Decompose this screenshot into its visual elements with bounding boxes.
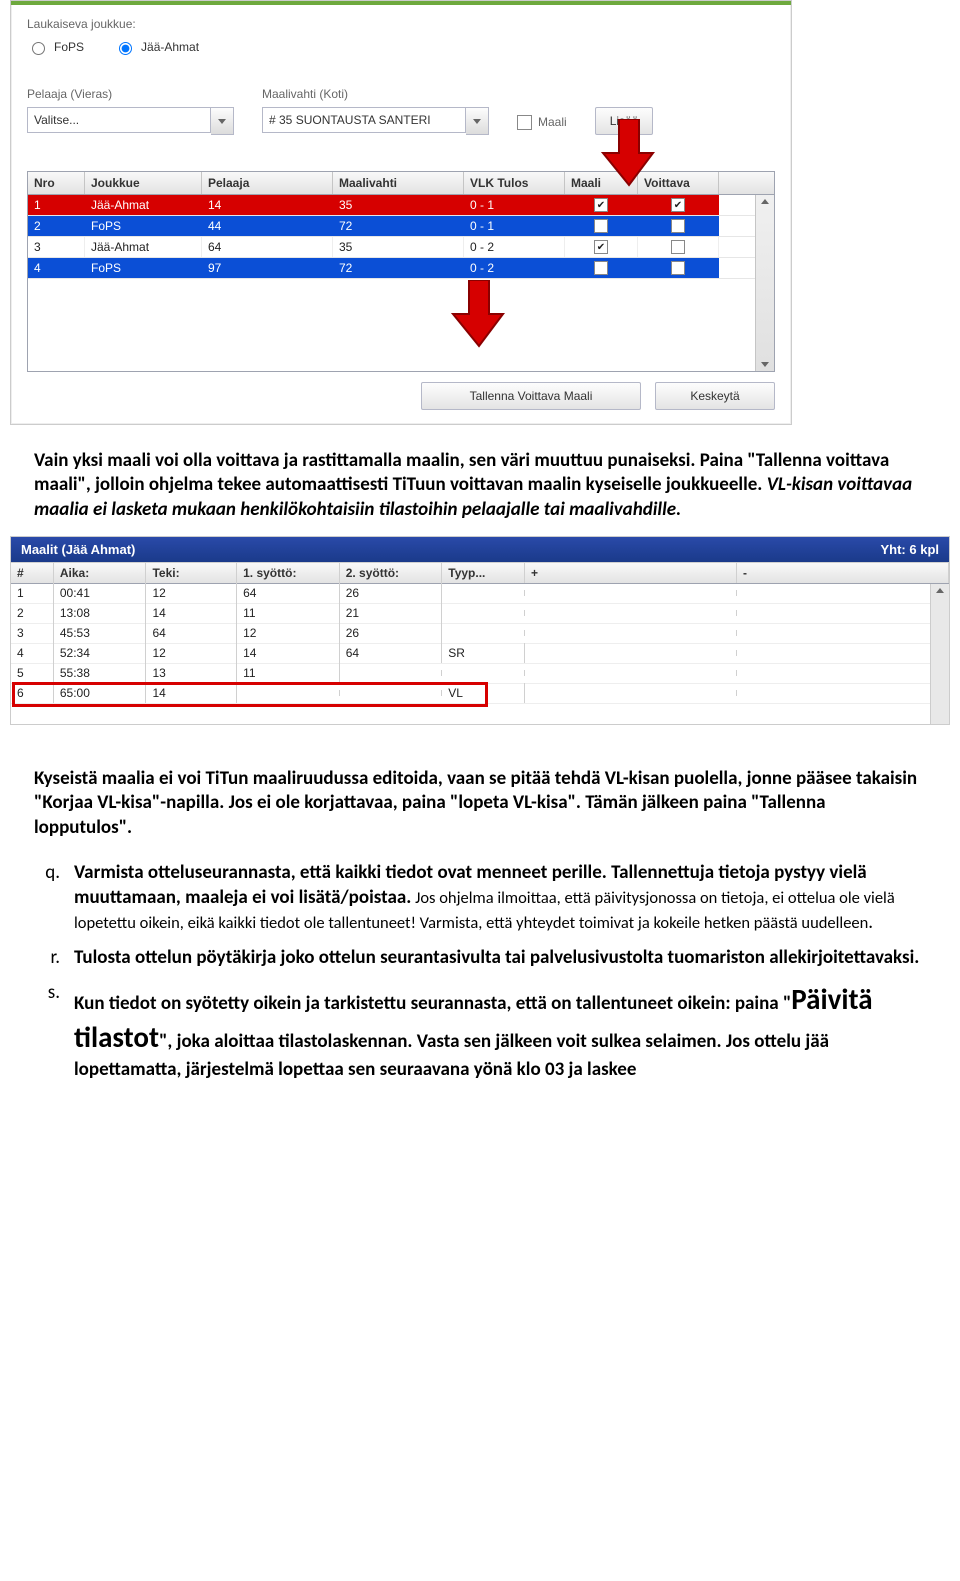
shooting-team-label: Laukaiseva joukkue: <box>27 17 775 31</box>
col-joukkue[interactable]: Joukkue <box>85 172 202 194</box>
table-row[interactable]: 1Jää-Ahmat14350 - 1✔✔ <box>28 195 774 216</box>
chevron-down-icon <box>473 119 481 124</box>
col-aika[interactable]: Aika: <box>54 563 147 583</box>
paragraph-2: Kyseistä maalia ei voi TiTun maaliruudus… <box>0 725 960 840</box>
panel-title: Maalit (Jää Ahmat) <box>21 542 135 557</box>
player-guest-input[interactable] <box>27 107 211 133</box>
player-guest-combo[interactable] <box>27 107 234 135</box>
winning-check[interactable] <box>671 240 685 254</box>
goal-check[interactable]: ✔ <box>594 198 608 212</box>
goal-checkbox-label: Maali <box>538 115 567 129</box>
panel-titlebar: Maalit (Jää Ahmat) Yht: 6 kpl <box>11 537 949 562</box>
goalie-home-combo[interactable] <box>262 107 489 135</box>
col-teki[interactable]: Teki: <box>146 563 237 583</box>
scroll-up-icon <box>936 588 944 593</box>
goals-grid-header: # Aika: Teki: 1. syöttö: 2. syöttö: Tyyp… <box>11 562 949 584</box>
table-row[interactable]: 2FoPS44720 - 1 <box>28 216 774 237</box>
annotation-highlight-row6 <box>12 682 488 707</box>
winning-check[interactable] <box>671 219 685 233</box>
goal-check[interactable] <box>594 261 608 275</box>
table-row[interactable]: 452:34121464SR <box>11 644 949 664</box>
cancel-button[interactable]: Keskeytä <box>655 382 775 410</box>
col-pelaaja[interactable]: Pelaaja <box>202 172 333 194</box>
radio-jaa-ahmat[interactable]: Jää-Ahmat <box>114 39 199 55</box>
chevron-down-icon <box>218 119 226 124</box>
grid-header: Nro Joukkue Pelaaja Maalivahti VLK Tulos… <box>28 172 774 195</box>
goal-checkbox[interactable] <box>517 115 532 130</box>
list-item-q: q. Varmista otteluseurannasta, että kaik… <box>34 860 926 935</box>
instruction-list: q. Varmista otteluseurannasta, että kaik… <box>0 840 960 1082</box>
goalie-home-dropdown-button[interactable] <box>466 107 489 135</box>
col-tyyppi[interactable]: Tyyp... <box>442 563 525 583</box>
col-plus[interactable]: + <box>525 563 737 583</box>
table-row[interactable]: 555:381311 <box>11 664 949 684</box>
shooting-team-radios: FoPS Jää-Ahmat <box>27 39 775 55</box>
col-maalivahti[interactable]: Maalivahti <box>333 172 464 194</box>
col-num[interactable]: # <box>11 563 54 583</box>
goalie-home-label: Maalivahti (Koti) <box>262 87 489 101</box>
col-minus[interactable]: - <box>737 563 949 583</box>
grid-scrollbar[interactable] <box>755 195 774 371</box>
player-guest-label: Pelaaja (Vieras) <box>27 87 234 101</box>
list-item-s: s. Kun tiedot on syötetty oikein ja tark… <box>34 980 926 1082</box>
goal-check[interactable]: ✔ <box>594 240 608 254</box>
goal-check[interactable] <box>594 219 608 233</box>
scroll-up-icon <box>761 199 769 204</box>
save-winning-goal-button[interactable]: Tallenna Voittava Maali <box>421 382 641 410</box>
table-row[interactable]: 100:41126426 <box>11 584 949 604</box>
screenshot-shootout-dialog: Laukaiseva joukkue: FoPS Jää-Ahmat Pelaa… <box>10 0 792 425</box>
paragraph-1: Vain yksi maali voi olla voittava ja ras… <box>0 425 960 522</box>
scroll-down-icon <box>761 362 769 367</box>
list-item-r: r. Tulosta ottelun pöytäkirja joko ottel… <box>34 945 926 970</box>
goals-grid-scrollbar[interactable] <box>930 584 949 724</box>
goalie-home-input[interactable] <box>262 107 466 133</box>
panel-total: Yht: 6 kpl <box>880 542 939 557</box>
col-syotto1[interactable]: 1. syöttö: <box>237 563 340 583</box>
player-guest-dropdown-button[interactable] <box>211 107 234 135</box>
shootout-grid: Nro Joukkue Pelaaja Maalivahti VLK Tulos… <box>27 171 775 372</box>
table-row[interactable]: 345:53641226 <box>11 624 949 644</box>
table-row[interactable]: 4FoPS97720 - 2 <box>28 258 774 279</box>
table-row[interactable]: 213:08141121 <box>11 604 949 624</box>
col-tulos[interactable]: VLK Tulos <box>464 172 565 194</box>
table-row[interactable]: 3Jää-Ahmat64350 - 2✔ <box>28 237 774 258</box>
col-nro[interactable]: Nro <box>28 172 85 194</box>
col-syotto2[interactable]: 2. syöttö: <box>340 563 443 583</box>
screenshot-goals-panel: Maalit (Jää Ahmat) Yht: 6 kpl # Aika: Te… <box>10 536 950 725</box>
winning-check[interactable] <box>671 261 685 275</box>
winning-check[interactable]: ✔ <box>671 198 685 212</box>
radio-fops[interactable]: FoPS <box>27 39 84 55</box>
